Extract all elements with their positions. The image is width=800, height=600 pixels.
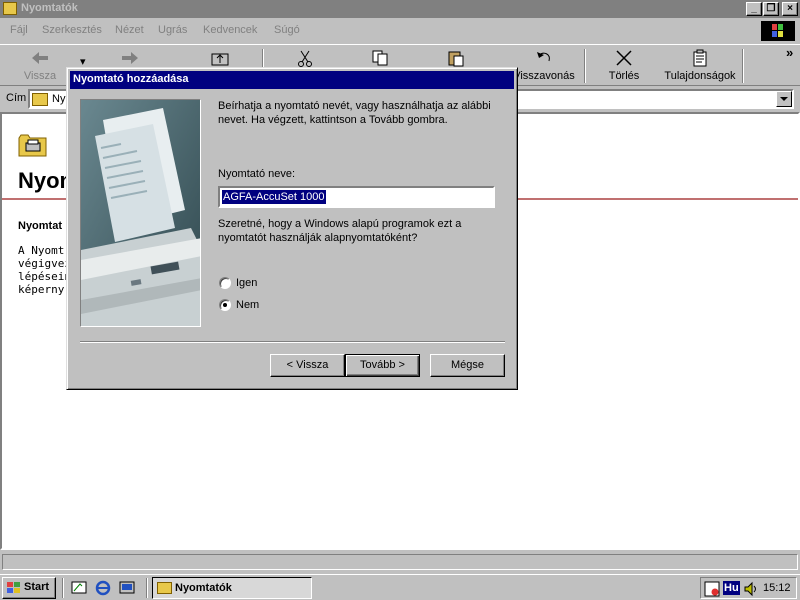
show-desktop-icon[interactable]: [70, 579, 88, 597]
window-title: Nyomtatók: [21, 2, 78, 14]
printer-name-label: Nyomtató neve:: [218, 168, 296, 180]
menu-edit[interactable]: Szerkesztés: [42, 24, 102, 36]
toolbar-separator: [584, 49, 586, 83]
system-tray: Hu 15:12: [700, 577, 797, 599]
default-printer-question: Szeretné, hogy a Windows alapú programok…: [218, 218, 462, 244]
dialog-instructions: Beírhatja a nyomtató nevét, vagy használ…: [218, 100, 491, 126]
status-bar: [0, 552, 800, 572]
maximize-button[interactable]: ❐: [763, 2, 779, 16]
next-wizard-button[interactable]: Tovább >: [345, 354, 420, 377]
delete-label: Törlés: [608, 70, 640, 82]
channels-icon[interactable]: [118, 579, 136, 597]
menu-view[interactable]: Nézet: [115, 24, 144, 36]
radio-yes-label: Igen: [236, 277, 258, 289]
chevron-down-icon: [780, 97, 788, 101]
back-label: Vissza: [23, 70, 57, 82]
radio-selected-dot: [223, 303, 227, 307]
scissors-icon: [298, 50, 312, 67]
back-arrow-icon: [32, 52, 48, 64]
properties-button[interactable]: Tulajdonságok: [660, 47, 740, 85]
taskbar-separator: [146, 578, 148, 598]
address-value: Ny: [52, 93, 66, 105]
delete-x-icon: [616, 50, 632, 66]
printer-name-input[interactable]: AGFA-AccuSet 1000: [218, 186, 495, 208]
printer-wizard-image: [80, 99, 201, 327]
taskbar-separator: [62, 578, 64, 598]
copy-icon: [372, 50, 388, 66]
status-pane: [2, 554, 798, 570]
menu-go[interactable]: Ugrás: [158, 24, 187, 36]
back-wizard-button[interactable]: < Vissza: [270, 354, 345, 377]
printer-folder-icon: [32, 93, 48, 106]
volume-icon[interactable]: [743, 581, 759, 597]
undo-button[interactable]: Visszavonás: [508, 47, 580, 85]
paste-icon: [448, 51, 464, 67]
add-printer-dialog: Nyomtató hozzáadása Beírhatja a nyomtató…: [66, 67, 518, 390]
folder-subtitle: Nyomtat: [18, 220, 63, 232]
menu-help[interactable]: Súgó: [274, 24, 300, 36]
radio-circle: [219, 277, 231, 289]
back-button[interactable]: Vissza: [16, 47, 64, 85]
menu-bar: Fájl Szerkesztés Nézet Ugrás Kedvencek S…: [0, 20, 800, 42]
windows-flag-icon: [7, 582, 20, 593]
start-button[interactable]: Start: [2, 577, 56, 599]
address-label: Cím: [6, 92, 27, 104]
radio-circle: [219, 299, 231, 311]
cancel-button[interactable]: Mégse: [430, 354, 505, 377]
dialog-separator: [80, 341, 505, 343]
windows-logo-icon: [761, 21, 795, 41]
taskbar-item-label: Nyomtatók: [175, 582, 232, 594]
toolbar-separator: [742, 49, 744, 83]
delete-button[interactable]: Törlés: [598, 47, 650, 85]
close-button[interactable]: ×: [782, 2, 798, 16]
language-indicator[interactable]: Hu: [723, 581, 740, 595]
printer-folder-icon: [18, 132, 48, 158]
undo-icon: [537, 52, 550, 62]
printer-folder-icon: [157, 582, 172, 594]
clock[interactable]: 15:12: [763, 582, 791, 594]
properties-icon: [693, 49, 707, 67]
address-dropdown-button[interactable]: [776, 91, 792, 107]
menu-file[interactable]: Fájl: [10, 24, 28, 36]
menu-favorites[interactable]: Kedvencek: [203, 24, 257, 36]
forward-arrow-icon: [122, 52, 138, 64]
taskbar-item-printers[interactable]: Nyomtatók: [152, 577, 312, 599]
taskbar: Start Nyomtatók Hu 15:12: [0, 574, 800, 600]
toolbar-chevron-icon[interactable]: »: [786, 45, 793, 60]
folder-up-icon: [211, 53, 229, 66]
radio-no-label: Nem: [236, 299, 260, 311]
scheduler-icon[interactable]: [704, 581, 720, 597]
minimize-button[interactable]: _: [746, 2, 762, 16]
printer-folder-icon: [3, 2, 17, 15]
printer-name-value: AGFA-AccuSet 1000: [222, 190, 326, 204]
dialog-title-bar[interactable]: Nyomtató hozzáadása: [70, 71, 514, 89]
dialog-title: Nyomtató hozzáadása: [73, 73, 189, 85]
window-title-bar[interactable]: Nyomtatók _ ❐ ×: [0, 0, 800, 18]
undo-label: Visszavonás: [513, 70, 575, 82]
properties-label: Tulajdonságok: [664, 70, 736, 82]
internet-explorer-icon[interactable]: [94, 579, 112, 597]
start-label: Start: [24, 581, 50, 593]
